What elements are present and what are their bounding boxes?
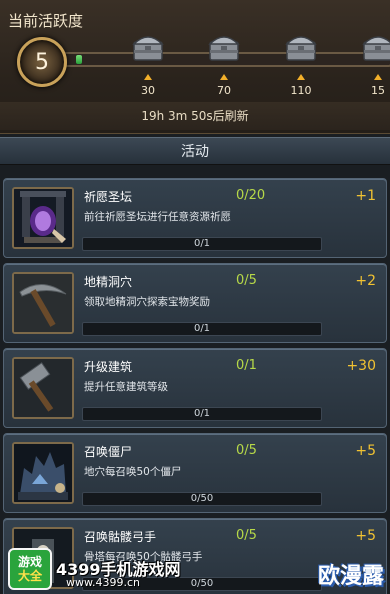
section-title: 活动 — [0, 137, 390, 165]
task-progress-label: 0/1 — [193, 238, 211, 249]
task-title: 召唤僵尸 — [84, 445, 133, 459]
chest-icon[interactable] — [130, 28, 166, 64]
milestone-value: 15 — [371, 84, 385, 97]
activity-level-value: 5 — [35, 49, 49, 75]
task-title: 地精洞穴 — [84, 275, 133, 289]
refresh-timer: 19h 3m 50s后刷新 — [0, 102, 390, 130]
task-reward: +1 — [355, 188, 376, 204]
milestone-arrow-icon — [144, 74, 152, 80]
milestone-arrow-icon — [297, 74, 305, 80]
pickaxe-icon — [12, 272, 74, 334]
task-count: 0/5 — [236, 528, 257, 543]
activity-progress-fill — [76, 55, 82, 64]
task-card[interactable]: 地精洞穴 0/5 +2 领取地精洞穴探索宝物奖励 0/1 — [3, 263, 387, 343]
crypt-icon — [12, 442, 74, 504]
altar-icon — [12, 187, 74, 249]
hammer-icon — [12, 357, 74, 419]
milestone-marker: 30 — [130, 74, 166, 97]
task-progress-bar: 0/1 — [82, 322, 322, 336]
task-progress-bar: 0/1 — [82, 237, 322, 251]
milestone-marker: 15 — [360, 74, 390, 97]
site-watermark: 游戏 大全 4399手机游戏网 www.4399.cn — [0, 548, 300, 594]
task-description: 提升任意建筑等级 — [84, 381, 168, 393]
task-reward: +5 — [355, 528, 376, 544]
site-url: www.4399.cn — [66, 576, 140, 589]
chest-icon[interactable] — [283, 28, 319, 64]
milestone-value: 70 — [217, 84, 231, 97]
activity-panel: 当前活跃度 5 30 70 110 15 19h 3m 50s后刷新 — [0, 0, 390, 134]
task-count: 0/5 — [236, 443, 257, 458]
task-count: 0/1 — [236, 358, 257, 373]
task-title: 祈愿圣坛 — [84, 190, 133, 204]
corner-watermark: 欧漫露 — [317, 564, 384, 589]
activity-title: 当前活跃度 — [8, 12, 84, 30]
task-title: 升级建筑 — [84, 360, 133, 374]
task-progress-label: 0/1 — [193, 323, 211, 334]
task-card[interactable]: 祈愿圣坛 0/20 +1 前往祈愿圣坛进行任意资源祈愿 0/1 — [3, 178, 387, 258]
task-progress-label: 0/50 — [190, 493, 214, 504]
logo-text-line2: 大全 — [17, 569, 42, 583]
task-card[interactable]: 升级建筑 0/1 +30 提升任意建筑等级 0/1 — [3, 348, 387, 428]
task-reward: +2 — [355, 273, 376, 289]
task-progress-label: 0/1 — [193, 408, 211, 419]
task-progress-bar: 0/50 — [82, 492, 322, 506]
milestone-arrow-icon — [374, 74, 382, 80]
milestone-arrow-icon — [220, 74, 228, 80]
task-description: 前往祈愿圣坛进行任意资源祈愿 — [84, 211, 231, 223]
task-reward: +5 — [355, 443, 376, 459]
task-count: 0/5 — [236, 273, 257, 288]
milestone-value: 110 — [290, 84, 312, 97]
activity-level-badge: 5 — [17, 37, 67, 87]
task-progress-bar: 0/1 — [82, 407, 322, 421]
task-card[interactable]: 召唤僵尸 0/5 +5 地穴每召唤50个僵尸 0/50 — [3, 433, 387, 513]
task-title: 召唤骷髅弓手 — [84, 530, 157, 544]
site-logo: 游戏 大全 — [8, 548, 52, 590]
milestone-marker: 70 — [206, 74, 242, 97]
task-description: 领取地精洞穴探索宝物奖励 — [84, 296, 210, 308]
task-reward: +30 — [346, 358, 376, 374]
milestone-value: 30 — [141, 84, 155, 97]
milestone-marker: 110 — [283, 74, 319, 97]
chest-icon[interactable] — [360, 28, 390, 64]
task-description: 地穴每召唤50个僵尸 — [84, 466, 182, 478]
logo-text-line1: 游戏 — [17, 555, 42, 569]
chest-icon[interactable] — [206, 28, 242, 64]
task-count: 0/20 — [236, 188, 266, 203]
